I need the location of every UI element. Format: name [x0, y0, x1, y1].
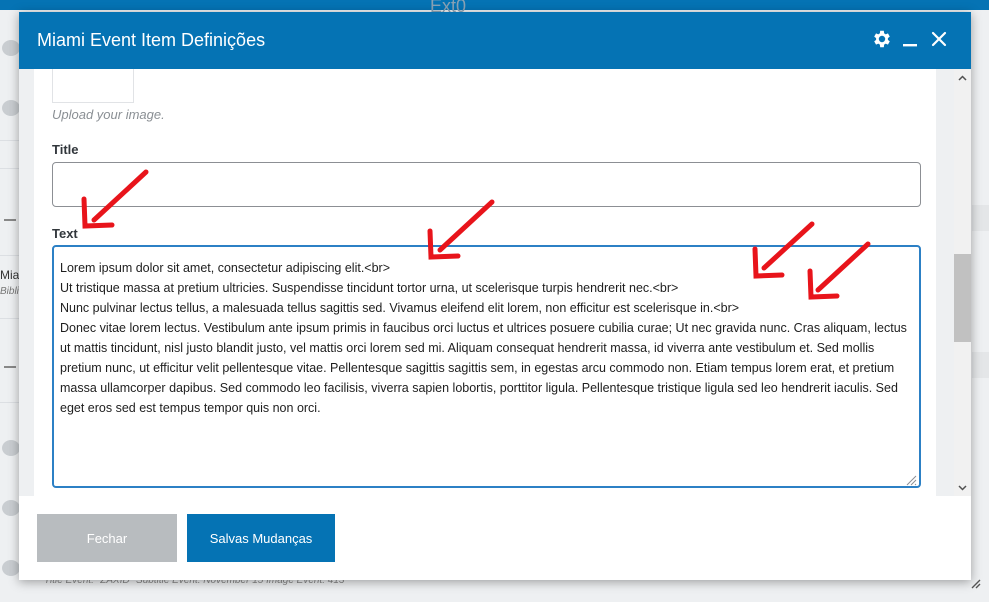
background-divider — [0, 318, 20, 319]
text-label: Text — [52, 226, 78, 241]
close-button[interactable]: Fechar — [37, 514, 177, 562]
collapse-icon — [4, 219, 16, 221]
close-icon[interactable] — [927, 27, 951, 51]
scroll-down-icon[interactable] — [954, 479, 971, 496]
comment-bubble-icon — [2, 560, 20, 576]
modal-scrollbar[interactable] — [954, 69, 971, 496]
modal-body: Upload your image. Title Text Lorem ipsu… — [19, 69, 971, 496]
settings-modal: Miami Event Item Definições Upload your … — [19, 12, 971, 580]
modal-header: Miami Event Item Definições — [19, 12, 971, 69]
image-upload-preview[interactable] — [52, 69, 134, 103]
modal-footer: Fechar Salvas Mudanças — [19, 496, 971, 580]
form-panel: Upload your image. Title Text Lorem ipsu… — [34, 69, 936, 496]
comment-bubble-icon — [2, 500, 20, 516]
background-divider — [0, 402, 20, 403]
title-input[interactable] — [52, 162, 921, 207]
comment-bubble-icon — [2, 100, 20, 116]
background-panel-edge — [972, 352, 989, 378]
save-button[interactable]: Salvas Mudanças — [187, 514, 335, 562]
modal-title: Miami Event Item Definições — [37, 30, 266, 50]
text-textarea[interactable]: Lorem ipsum dolor sit amet, consectetur … — [52, 245, 921, 488]
background-panel-edge — [972, 205, 989, 231]
text-line: Nunc pulvinar lectus tellus, a malesuada… — [60, 301, 740, 315]
minimize-icon[interactable] — [898, 27, 922, 51]
background-divider — [0, 140, 20, 141]
scrollbar-thumb[interactable] — [954, 254, 971, 342]
comment-bubble-icon — [2, 40, 20, 56]
collapse-icon — [4, 366, 16, 368]
textarea-resize-icon[interactable] — [905, 472, 917, 486]
background-divider — [0, 168, 20, 169]
comment-bubble-icon — [2, 440, 20, 456]
background-topbar — [0, 0, 989, 10]
gear-icon[interactable] — [870, 27, 894, 51]
background-divider — [0, 255, 20, 256]
text-line: Lorem ipsum dolor sit amet, consectetur … — [60, 261, 391, 275]
text-line: Ut tristique massa at pretium ultricies.… — [60, 281, 679, 295]
title-label: Title — [52, 142, 79, 157]
upload-hint: Upload your image. — [52, 107, 165, 122]
text-line: Donec vitae lorem lectus. Vestibulum ant… — [60, 321, 907, 415]
scroll-up-icon[interactable] — [954, 69, 971, 86]
